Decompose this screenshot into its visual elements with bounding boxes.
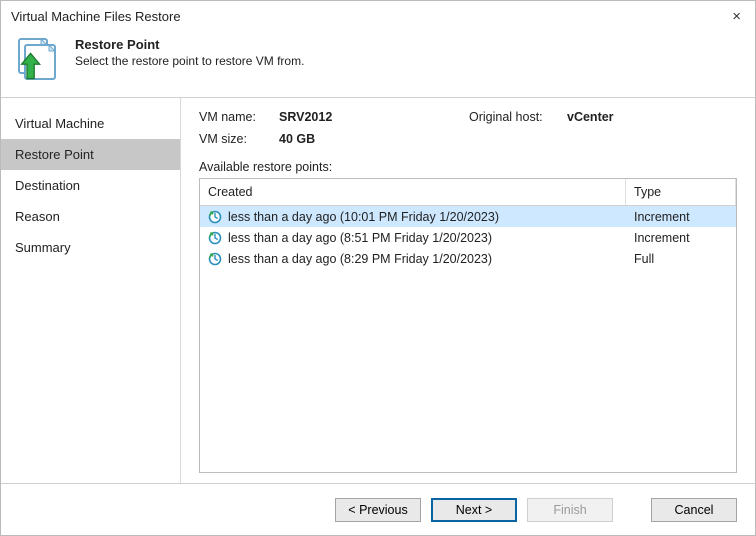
cancel-button[interactable]: Cancel (651, 498, 737, 522)
window-title: Virtual Machine Files Restore (11, 9, 181, 24)
table-row[interactable]: less than a day ago (10:01 PM Friday 1/2… (200, 206, 736, 227)
sidebar-item-summary[interactable]: Summary (1, 232, 180, 263)
cell-created: less than a day ago (8:51 PM Friday 1/20… (228, 231, 492, 245)
page-subtitle: Select the restore point to restore VM f… (75, 54, 304, 68)
restore-point-icon (208, 210, 222, 224)
previous-button[interactable]: < Previous (335, 498, 421, 522)
next-button[interactable]: Next > (431, 498, 517, 522)
restore-point-icon (208, 231, 222, 245)
wizard-footer: < Previous Next > Finish Cancel (1, 483, 755, 535)
dialog-window: Virtual Machine Files Restore × Restore … (0, 0, 756, 536)
sidebar-item-reason[interactable]: Reason (1, 201, 180, 232)
vm-size-value: 40 GB (279, 132, 315, 146)
table-row[interactable]: less than a day ago (8:29 PM Friday 1/20… (200, 248, 736, 269)
cell-type: Increment (634, 210, 690, 224)
original-host-value: vCenter (567, 110, 614, 124)
wizard-steps-sidebar: Virtual Machine Restore Point Destinatio… (1, 98, 181, 483)
cell-created: less than a day ago (8:29 PM Friday 1/20… (228, 252, 492, 266)
table-header: Created Type (200, 179, 736, 206)
vm-name-value: SRV2012 (279, 110, 332, 124)
column-header-created[interactable]: Created (200, 179, 626, 205)
cell-type: Full (634, 252, 654, 266)
restore-points-table: Created Type less than a day ago (10:01 … (199, 178, 737, 473)
page-title: Restore Point (75, 37, 304, 52)
table-row[interactable]: less than a day ago (8:51 PM Friday 1/20… (200, 227, 736, 248)
column-header-type[interactable]: Type (626, 179, 736, 205)
restore-points-caption: Available restore points: (199, 160, 737, 174)
vm-name-label: VM name: (199, 110, 269, 124)
finish-button: Finish (527, 498, 613, 522)
restore-page-icon (15, 37, 61, 83)
cell-created: less than a day ago (10:01 PM Friday 1/2… (228, 210, 499, 224)
table-body: less than a day ago (10:01 PM Friday 1/2… (200, 206, 736, 472)
wizard-header: Restore Point Select the restore point t… (1, 31, 755, 97)
wizard-main: VM name: SRV2012 Original host: vCenter … (181, 98, 755, 483)
close-icon[interactable]: × (726, 8, 747, 25)
restore-point-icon (208, 252, 222, 266)
sidebar-item-restore-point[interactable]: Restore Point (1, 139, 180, 170)
vm-size-label: VM size: (199, 132, 269, 146)
titlebar: Virtual Machine Files Restore × (1, 1, 755, 31)
original-host-label: Original host: (469, 110, 557, 124)
sidebar-item-destination[interactable]: Destination (1, 170, 180, 201)
sidebar-item-virtual-machine[interactable]: Virtual Machine (1, 108, 180, 139)
cell-type: Increment (634, 231, 690, 245)
wizard-body: Virtual Machine Restore Point Destinatio… (1, 98, 755, 483)
